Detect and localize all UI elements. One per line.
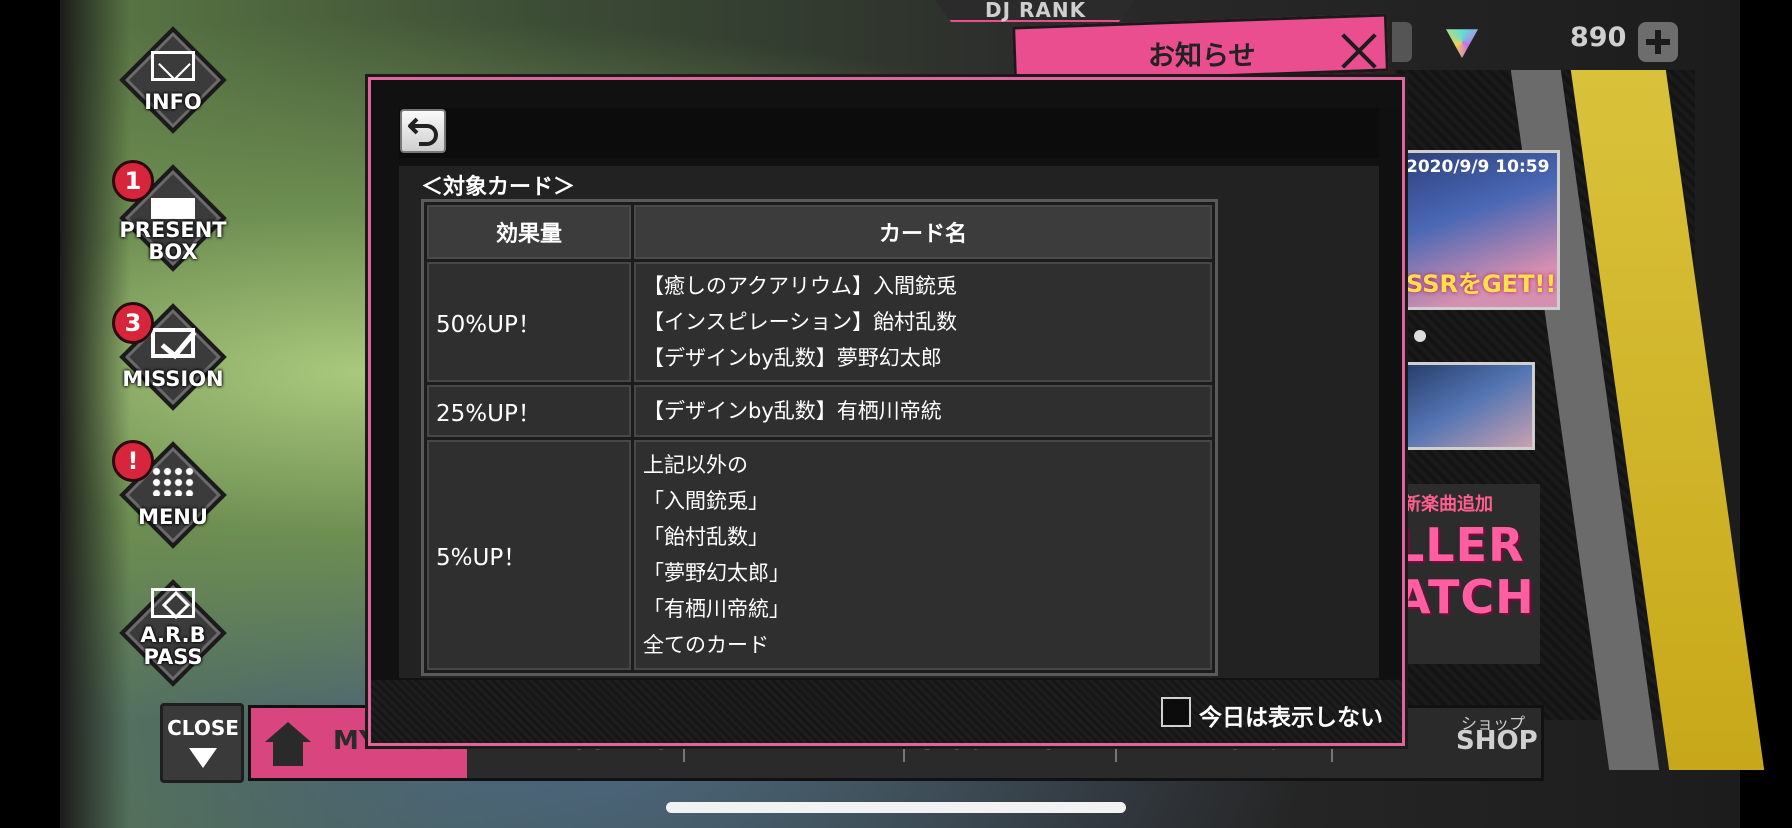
menu-label: MENU xyxy=(138,505,208,529)
back-button[interactable] xyxy=(400,109,446,153)
plus-icon[interactable] xyxy=(1392,22,1412,62)
banner-date: 2020/9/9 10:59 xyxy=(1406,157,1550,177)
table-row: 25%UP！ 【デザインby乱数】有栖川帝統 xyxy=(427,385,1212,437)
mission-label: MISSION xyxy=(122,367,224,391)
close-label: CLOSE xyxy=(167,716,239,740)
card-name: 全てのカード xyxy=(643,633,769,657)
home-indicator[interactable] xyxy=(666,802,1126,813)
back-arrow-icon xyxy=(408,117,438,146)
card-names-cell: 【癒しのアクアリウム】入間銃兎 【インスピレーション】飴村乱数 【デザインby乱… xyxy=(634,262,1212,382)
home-icon xyxy=(265,722,311,766)
card-name: 【癒しのアクアリウム】入間銃兎 xyxy=(643,274,957,298)
card-name: 上記以外の xyxy=(643,453,748,477)
table-header-row: 効果量 カード名 xyxy=(427,205,1212,259)
card-name: 「有栖川帝統」 xyxy=(643,597,790,621)
gem-count: 890 xyxy=(1570,22,1627,53)
effect-cell: 5%UP！ xyxy=(427,440,631,670)
card-name: 「入間銃兎」 xyxy=(643,489,769,513)
table-row: 50%UP！ 【癒しのアクアリウム】入間銃兎 【インスピレーション】飴村乱数 【… xyxy=(427,262,1212,382)
card-name: 【インスピレーション】飴村乱数 xyxy=(643,310,958,334)
dont-show-today-checkbox[interactable] xyxy=(1161,697,1191,727)
card-name: 【デザインby乱数】夢野幻太郎 xyxy=(643,346,942,370)
envelope-icon xyxy=(151,51,195,81)
check-icon xyxy=(151,328,195,358)
arb-pass-button[interactable]: A.R.B PASS xyxy=(118,578,228,688)
dialog-header-area xyxy=(399,108,1379,158)
notice-dialog: ＜対象カード＞ 効果量 カード名 50%UP！ 【癒しのアクアリウム】入間銃兎 … xyxy=(368,77,1405,746)
banner-pager-dot[interactable] xyxy=(1414,330,1426,342)
info-button[interactable]: INFO xyxy=(118,25,228,135)
chevron-down-icon xyxy=(189,748,217,768)
close-icon[interactable] xyxy=(1336,28,1382,74)
plus-icon[interactable] xyxy=(1638,22,1678,62)
banner-killer-logo-text: LLER ATCH!! xyxy=(1395,518,1540,624)
card-names-cell: 【デザインby乱数】有栖川帝統 xyxy=(634,385,1212,437)
table-row: 5%UP！ 上記以外の 「入間銃兎」 「飴村乱数」 「夢野幻太郎」 「有栖川帝統… xyxy=(427,440,1212,670)
section-heading: ＜対象カード＞ xyxy=(421,175,576,200)
present-box-label: PRESENT BOX xyxy=(119,218,227,264)
card-name: 【デザインby乱数】有栖川帝統 xyxy=(643,399,942,423)
target-cards-table: 効果量 カード名 50%UP！ 【癒しのアクアリウム】入間銃兎 【インスピレーシ… xyxy=(421,199,1218,676)
ssr-event-banner[interactable]: 2020/9/9 10:59 SSRをGET!! xyxy=(1395,150,1560,310)
killer-scratch-banner[interactable]: 新楽曲追加 LLER ATCH!! xyxy=(1395,484,1540,664)
effect-cell: 25%UP！ xyxy=(427,385,631,437)
present-box-badge: 1 xyxy=(112,160,154,202)
dialog-content[interactable]: ＜対象カード＞ 効果量 カード名 50%UP！ 【癒しのアクアリウム】入間銃兎 … xyxy=(399,166,1379,678)
dj-rank-label: DJ RANK xyxy=(985,0,1087,22)
grid-icon xyxy=(151,466,195,496)
header-effect: 効果量 xyxy=(427,205,631,259)
card-name: 「飴村乱数」 xyxy=(643,525,769,549)
menu-badge: ! xyxy=(112,440,154,482)
close-menu-button[interactable]: CLOSE xyxy=(160,703,244,783)
arb-pass-label: A.R.B PASS xyxy=(140,623,206,669)
pass-icon xyxy=(151,588,195,618)
dont-show-today-label[interactable]: 今日は表示しない xyxy=(1199,698,1383,732)
banner-new-song-text: 新楽曲追加 xyxy=(1403,494,1493,515)
info-label: INFO xyxy=(144,90,202,114)
notice-title: お知らせ xyxy=(1148,41,1256,72)
nav-shop[interactable]: SHOP xyxy=(1456,726,1538,756)
dialog-scroll-gutter xyxy=(1379,108,1402,678)
card-names-cell: 上記以外の 「入間銃兎」 「飴村乱数」 「夢野幻太郎」 「有栖川帝統」 全てのカ… xyxy=(634,440,1212,670)
header-card-name: カード名 xyxy=(634,205,1212,259)
card-name: 「夢野幻太郎」 xyxy=(643,561,790,585)
mission-badge: 3 xyxy=(112,302,154,344)
effect-cell: 50%UP！ xyxy=(427,262,631,382)
dialog-footer: 今日は表示しない xyxy=(371,680,1402,743)
banner-ssr-text: SSRをGET!! xyxy=(1406,270,1557,298)
character-banner[interactable] xyxy=(1395,362,1535,450)
